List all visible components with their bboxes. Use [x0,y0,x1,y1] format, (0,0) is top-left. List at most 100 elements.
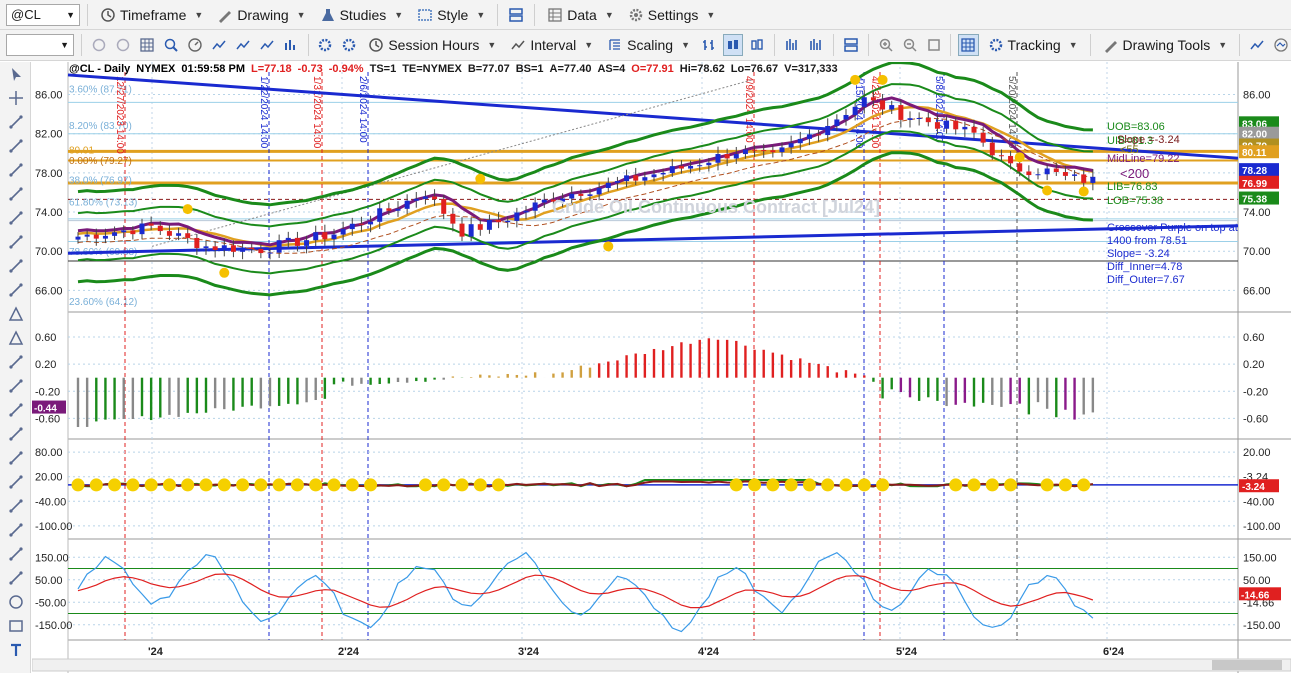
arrow-up-icon[interactable] [0,566,31,590]
pitchfork-icon[interactable] [0,254,31,278]
style-button[interactable]: Style ▼ [412,3,490,27]
dots-icon[interactable] [0,470,31,494]
interval-chart-icon [511,40,525,50]
rectangle-icon[interactable] [0,614,31,638]
zoom-in-icon[interactable] [876,34,896,56]
undo-arrow-icon[interactable] [0,542,31,566]
text-tool-icon[interactable] [0,638,31,662]
trend-icon[interactable] [1247,34,1267,56]
chart-canvas[interactable]: 86.0086.0082.0082.0078.0078.0074.0074.00… [32,62,1291,673]
cogs-icon[interactable] [339,34,359,56]
ellipse-icon[interactable] [0,590,31,614]
horizontal-line-icon[interactable] [0,158,31,182]
candle-body [276,240,282,253]
cursor-arrow-icon[interactable] [0,62,31,86]
drawing-icon [219,10,232,23]
candle-body [340,229,346,235]
refresh-icon[interactable] [89,34,109,56]
bar-chart-icon[interactable] [699,34,719,56]
candle-body [1062,172,1068,176]
osc-axis-label-right: 20.00 [1243,447,1271,459]
settings-button[interactable]: Settings ▼ [623,3,721,27]
candlestick-icon[interactable] [722,34,744,56]
cci-axis-label-right: 50.00 [1243,575,1271,587]
interval-combo[interactable]: ▼ [6,34,75,56]
zoom-out-icon[interactable] [900,34,920,56]
zoom-search-icon[interactable] [161,34,181,56]
channel-icon[interactable] [0,206,31,230]
reload-icon[interactable] [113,34,133,56]
drawing-label: Drawing [237,6,289,23]
drawing-tools-button[interactable]: Drawing Tools ▼ [1098,33,1233,57]
gauge-icon[interactable] [185,34,205,56]
drawing-tools-label: Drawing Tools [1122,37,1211,53]
event-vline-label: 1/31/2024 14:00 [311,76,322,149]
data-grid-icon [548,7,562,22]
candle-body [797,138,803,144]
triangle-icon[interactable] [0,302,31,326]
session-hours-button[interactable]: Session Hours ▼ [363,33,501,57]
swing-dot [219,267,230,278]
shape-icon[interactable] [0,326,31,350]
hollow-candle-icon[interactable] [747,34,767,56]
volume-bars-icon[interactable] [782,34,802,56]
candle-body [258,248,264,254]
data-button[interactable]: Data ▼ [542,3,619,27]
horizontal-scrollbar[interactable] [32,658,1291,672]
candle-body [916,118,922,120]
price-tag-label: 78.28 [1242,166,1267,177]
osc-last-label: -3.24 [1242,482,1265,493]
drawing-button[interactable]: Drawing ▼ [212,3,310,27]
grid-pattern-icon[interactable] [0,398,31,422]
wrench-icon[interactable] [0,110,31,134]
osc-signal-dot [217,478,231,492]
cycle-icon[interactable] [0,422,31,446]
data-window-icon[interactable] [958,34,979,56]
interval-button[interactable]: Interval ▼ [505,33,598,57]
chart-area[interactable]: 86.0086.0082.0082.0078.0078.0074.0074.00… [32,62,1291,673]
osc-signal-dot [1040,478,1054,492]
vertical-line-icon[interactable] [0,182,31,206]
candle-body [486,219,492,230]
crossover-line-4: Diff_Inner=4.78 [1107,261,1183,273]
scrollbar-thumb[interactable] [1212,660,1282,670]
fib-icon[interactable] [0,230,31,254]
target-icon[interactable] [0,446,31,470]
time-axis-label: 4'24 [698,646,720,658]
chart-bars-icon[interactable] [281,34,301,56]
price-axis-label-right: 86.00 [1243,90,1271,102]
osc-signal-dot [108,478,122,492]
forecast-icon[interactable] [0,374,31,398]
grid-icon[interactable] [137,34,157,56]
candle-body [541,199,547,203]
analysis-icon[interactable] [1271,34,1291,56]
chart-line-icon[interactable] [209,34,229,56]
candle-body [587,194,593,196]
gann-icon[interactable] [0,278,31,302]
crosshair-icon[interactable] [0,86,31,110]
caret-icon: ▼ [604,9,614,20]
layout-icon[interactable] [505,4,527,26]
chart-scale-icon[interactable] [233,34,253,56]
tracking-button[interactable]: Tracking ▼ [983,33,1083,57]
bars-pattern-icon[interactable] [0,350,31,374]
symbol-input[interactable]: @CL ▼ [6,3,80,26]
osc-signal-dot [821,478,835,492]
cog-settings-icon[interactable] [315,34,335,56]
wave-icon[interactable] [0,494,31,518]
gear-icon [629,8,643,21]
osc-signal-dot [473,478,487,492]
scaling-button[interactable]: Scaling ▼ [602,33,695,57]
hlc-bars-icon[interactable] [806,34,826,56]
chart-percent-icon[interactable] [257,34,277,56]
panes-icon[interactable] [841,34,861,56]
candle-body [93,234,99,239]
macd-axis-label-left: 0.60 [35,332,56,344]
timeframe-button[interactable]: Timeframe ▼ [95,3,208,27]
macd-axis-label-left: -0.20 [35,386,60,398]
fit-icon[interactable] [924,34,944,56]
osc-signal-dot [857,478,871,492]
studies-button[interactable]: Studies ▼ [315,3,409,27]
arc-icon[interactable] [0,518,31,542]
trendline-icon[interactable] [0,134,31,158]
